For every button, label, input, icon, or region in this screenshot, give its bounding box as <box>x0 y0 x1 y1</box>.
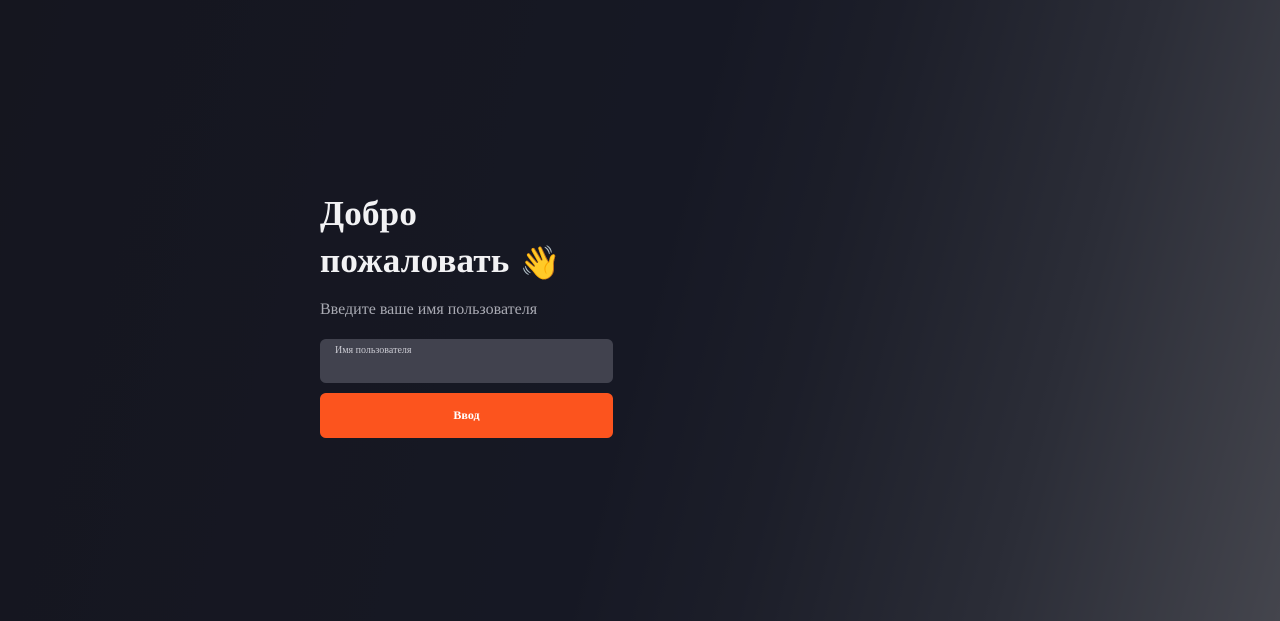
title-line-2: пожаловать 👋 <box>320 237 613 288</box>
username-label: Имя пользователя <box>335 345 412 356</box>
title-line-1: Добро <box>320 194 418 233</box>
subtitle: Введите ваше имя пользователя <box>320 301 538 318</box>
username-input[interactable] <box>334 359 599 379</box>
login-panel: Добро пожаловать 👋 Введите ваше имя польз… <box>320 190 613 438</box>
username-field[interactable]: Имя пользователя <box>320 339 613 383</box>
page-title: Добро пожаловать 👋 <box>320 190 613 288</box>
submit-button[interactable]: Ввод <box>320 393 613 438</box>
title-line-2-text: пожаловать <box>320 241 510 280</box>
waving-hand-icon: 👋 <box>519 246 561 282</box>
